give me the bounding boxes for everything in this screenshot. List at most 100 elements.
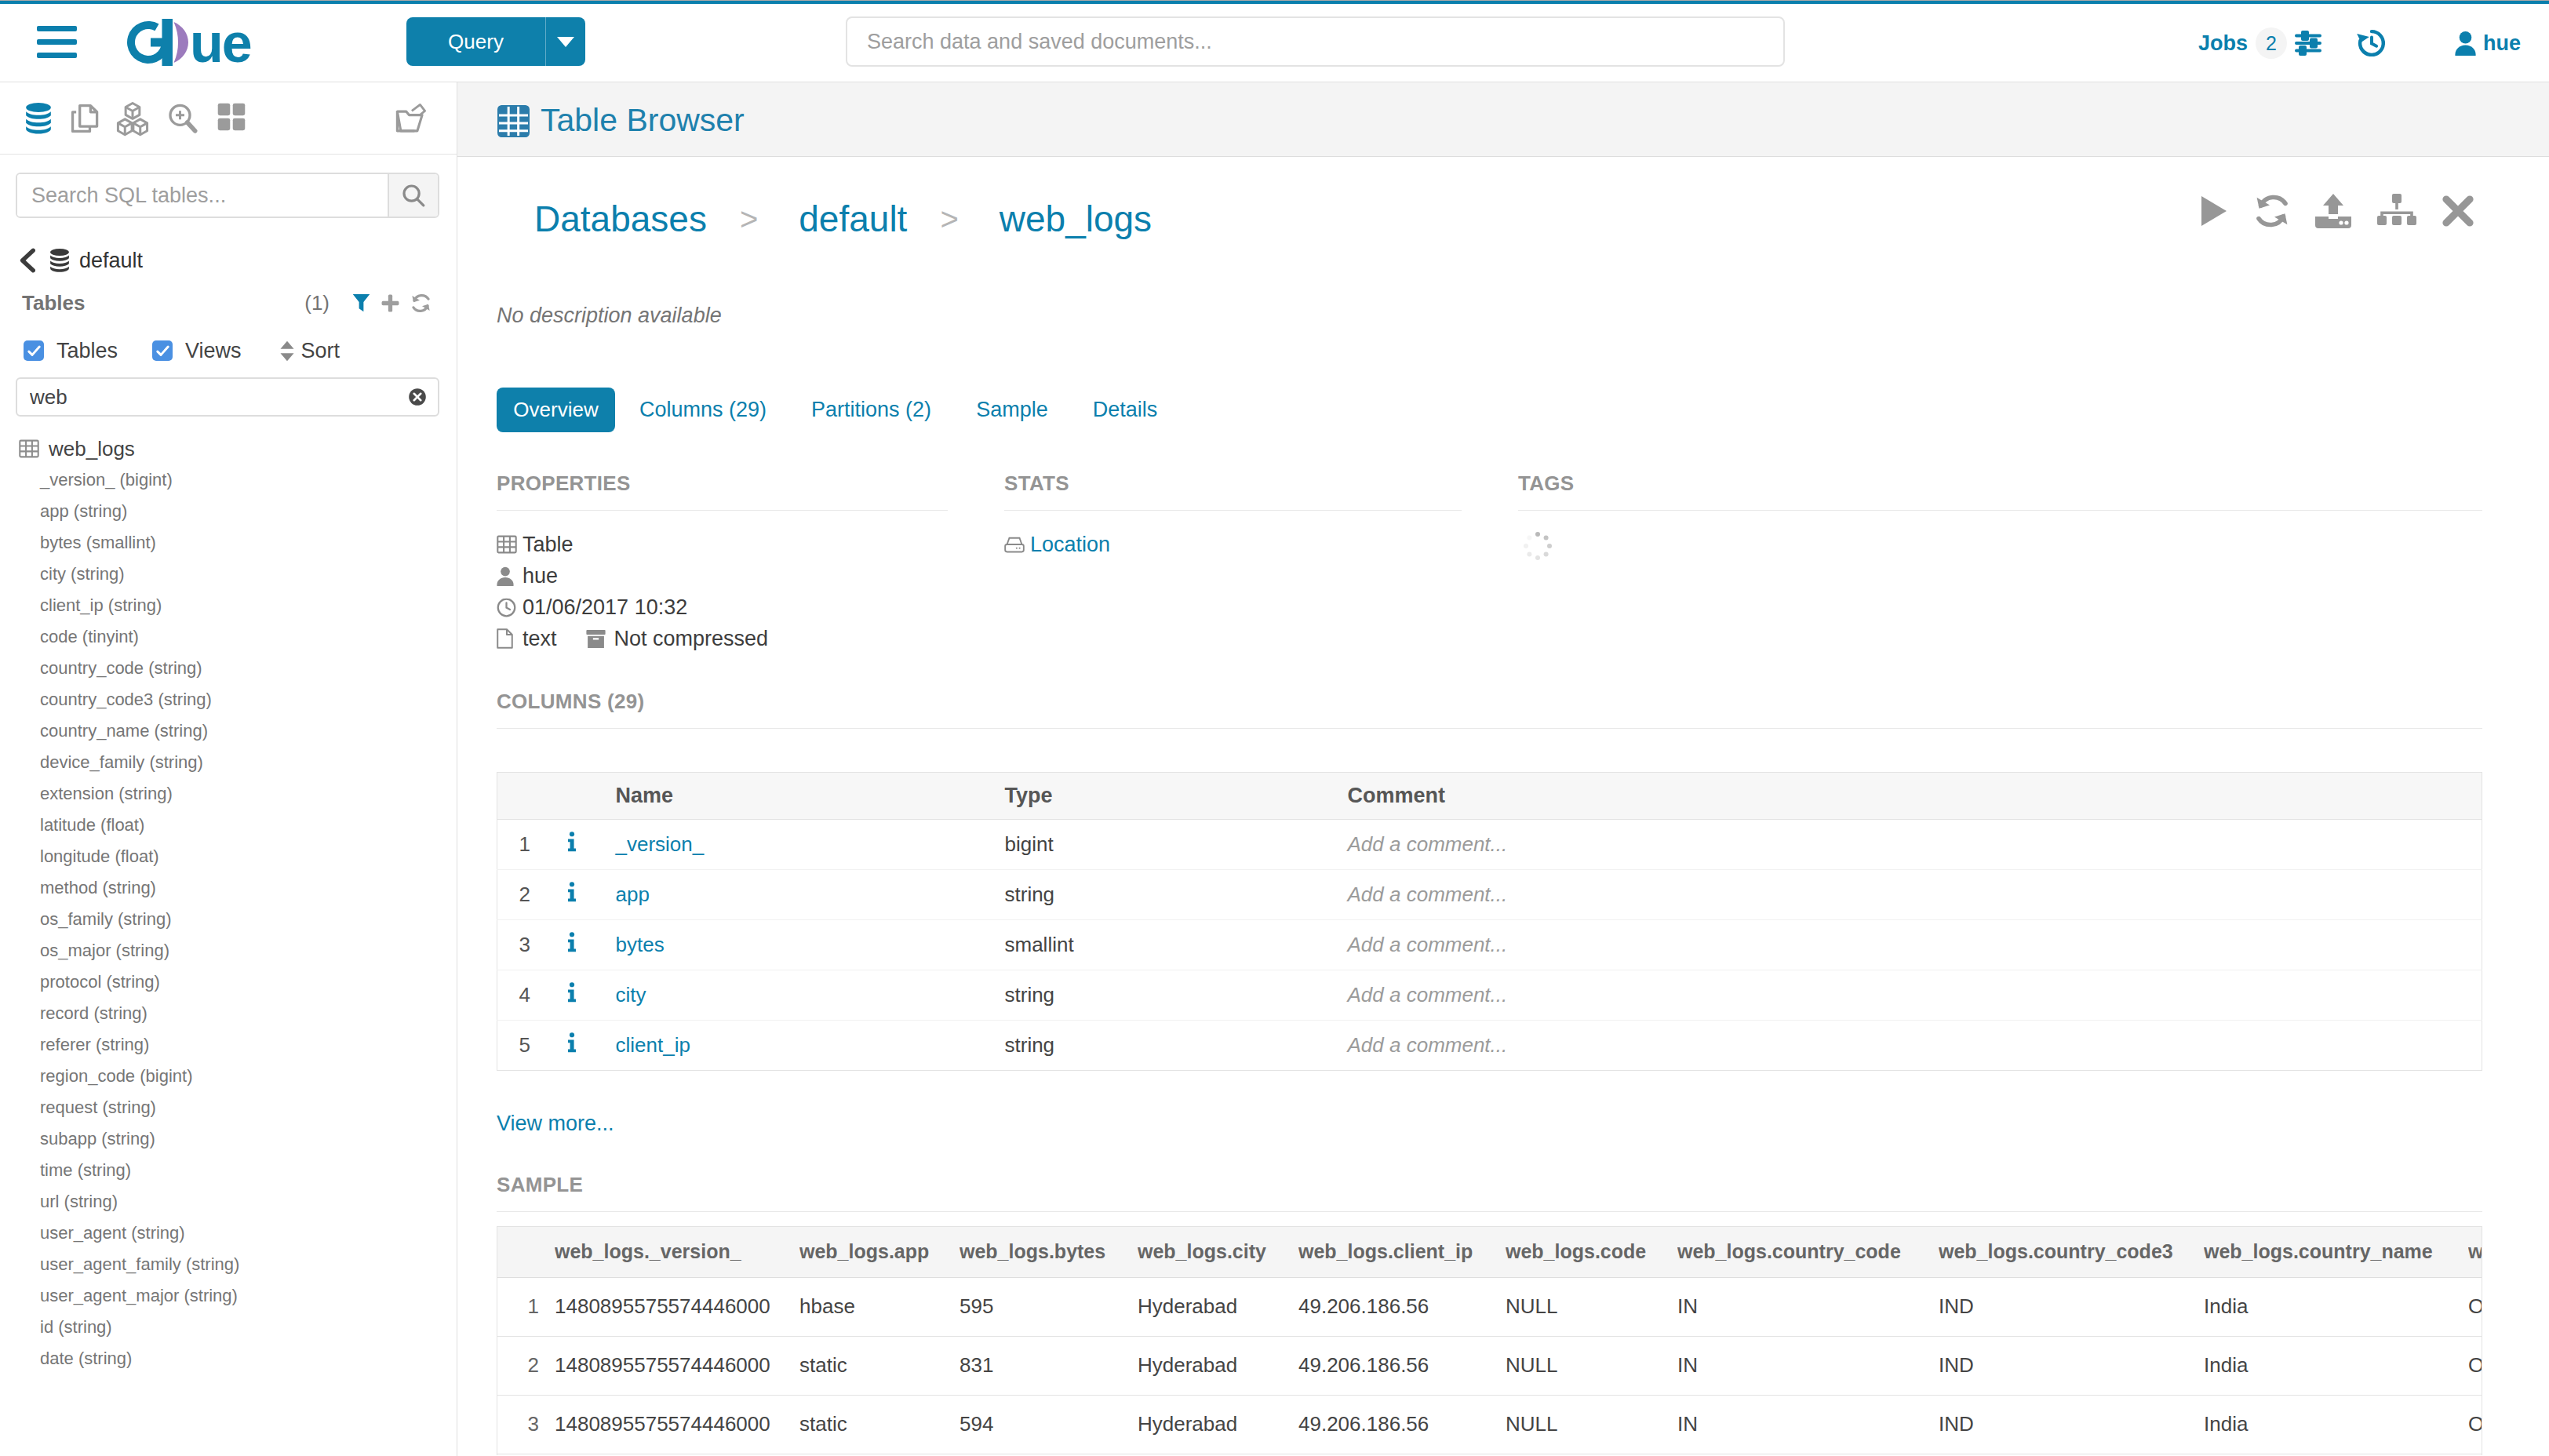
column-info-icon[interactable] (552, 920, 592, 970)
breadcrumb-table[interactable]: web_logs (1000, 198, 1152, 240)
location-link[interactable]: Location (1030, 533, 1110, 557)
sidebar-column-item[interactable]: country_code (string) (40, 653, 457, 684)
views-checkbox[interactable] (152, 340, 173, 361)
table-filter-input[interactable] (17, 385, 408, 410)
sidebar-table-name[interactable]: web_logs (49, 437, 135, 461)
close-icon[interactable] (2442, 194, 2474, 228)
sidebar-column-item[interactable]: user_agent_family (string) (40, 1249, 457, 1280)
sidebar-column-item[interactable]: bytes (smallint) (40, 527, 457, 559)
query-button-label[interactable]: Query (406, 17, 546, 66)
tab-overview[interactable]: Overview (497, 388, 615, 432)
documents-assist-icon[interactable] (69, 100, 102, 136)
history-icon[interactable] (2356, 28, 2387, 58)
jobs-count-badge[interactable]: 2 (2256, 27, 2287, 59)
column-comment-placeholder[interactable]: Add a comment... (1348, 920, 2482, 970)
filter-funnel-icon[interactable] (352, 293, 370, 313)
sidebar-column-item[interactable]: os_family (string) (40, 904, 457, 935)
sidebar-column-item[interactable]: referer (string) (40, 1029, 457, 1061)
tables-checkbox-label[interactable]: Tables (56, 339, 118, 363)
sidebar-column-item[interactable]: country_code3 (string) (40, 684, 457, 715)
sidebar-column-item[interactable]: city (string) (40, 559, 457, 590)
query-button[interactable]: Query (406, 17, 585, 66)
sidebar-column-item[interactable]: user_agent_major (string) (40, 1280, 457, 1312)
upload-icon[interactable] (2315, 194, 2351, 228)
sitemap-icon[interactable] (2377, 194, 2416, 228)
tables-checkbox[interactable] (24, 340, 44, 361)
tab-columns[interactable]: Columns (29) (639, 398, 767, 422)
column-comment-placeholder[interactable]: Add a comment... (1348, 870, 2482, 920)
property-format-value: text (523, 627, 557, 651)
sidebar-column-item[interactable]: os_major (string) (40, 935, 457, 966)
sidebar-column-item[interactable]: device_family (string) (40, 747, 457, 778)
sample-column-header: web_logs.code (1506, 1227, 1677, 1277)
apps-grid-icon[interactable] (217, 100, 246, 133)
sidebar-column-item[interactable]: date (string) (40, 1343, 457, 1374)
sql-assist-icon[interactable] (23, 100, 54, 136)
breadcrumb-databases[interactable]: Databases (534, 198, 707, 240)
jobs-link[interactable]: Jobs (2198, 31, 2248, 56)
sidebar-column-item[interactable]: country_name (string) (40, 715, 457, 747)
sidebar-column-item[interactable]: latitude (float) (40, 810, 457, 841)
back-chevron-icon[interactable] (20, 248, 35, 273)
sidebar-search-button[interactable] (388, 174, 438, 217)
sidebar-column-item[interactable]: code (tinyint) (40, 621, 457, 653)
database-name[interactable]: default (79, 249, 143, 273)
sidebar-column-item[interactable]: extension (string) (40, 778, 457, 810)
refresh-table-icon[interactable] (2255, 194, 2289, 228)
sort-icon[interactable] (279, 340, 295, 362)
functions-assist-icon[interactable] (115, 100, 151, 136)
sidebar-column-item[interactable]: record (string) (40, 998, 457, 1029)
sidebar-column-item[interactable]: app (string) (40, 496, 457, 527)
column-name-link[interactable]: _version_ (592, 820, 1005, 870)
sidebar-column-item[interactable]: longitude (float) (40, 841, 457, 872)
breadcrumb-database[interactable]: default (799, 198, 907, 240)
tab-partitions[interactable]: Partitions (2) (811, 398, 931, 422)
sidebar-column-item[interactable]: client_ip (string) (40, 590, 457, 621)
view-more-link[interactable]: View more... (497, 1108, 614, 1139)
query-dropdown-toggle[interactable] (546, 17, 585, 66)
sort-label[interactable]: Sort (301, 339, 340, 363)
open-folder-icon[interactable] (394, 100, 428, 136)
sidebar-column-item[interactable]: method (string) (40, 872, 457, 904)
jobs-sliders-icon[interactable] (2295, 31, 2321, 56)
column-info-icon[interactable] (552, 1021, 592, 1071)
add-icon[interactable] (381, 293, 400, 313)
sidebar-column-item[interactable]: url (string) (40, 1186, 457, 1218)
sidebar-column-item[interactable]: _version_ (bigint) (40, 464, 457, 496)
sidebar-column-item[interactable]: region_code (bigint) (40, 1061, 457, 1092)
sidebar-column-item[interactable]: id (string) (40, 1312, 457, 1343)
sidebar-column-item[interactable]: time (string) (40, 1155, 457, 1186)
column-name-link[interactable]: app (592, 870, 1005, 920)
tab-details[interactable]: Details (1093, 398, 1158, 422)
column-name-link[interactable]: bytes (592, 920, 1005, 970)
user-menu[interactable]: hue (2455, 31, 2521, 56)
table-description[interactable]: No description available (497, 300, 722, 331)
clear-filter-icon[interactable] (408, 388, 427, 406)
column-comment-placeholder[interactable]: Add a comment... (1348, 1021, 2482, 1071)
sidebar-column-item[interactable]: subapp (string) (40, 1123, 457, 1155)
search-zoom-icon[interactable] (166, 100, 198, 136)
hue-logo[interactable]: ue (127, 17, 308, 67)
database-breadcrumb[interactable]: default (20, 245, 143, 276)
column-comment-placeholder[interactable]: Add a comment... (1348, 820, 2482, 870)
column-name-link[interactable]: city (592, 970, 1005, 1021)
sidebar-table-web-logs[interactable]: web_logs (19, 433, 135, 464)
menu-hamburger-icon[interactable] (37, 26, 77, 58)
tab-sample[interactable]: Sample (976, 398, 1048, 422)
sidebar-column-item[interactable]: protocol (string) (40, 966, 457, 998)
global-search-input[interactable] (846, 16, 1785, 67)
sidebar-column-item[interactable]: user_agent (string) (40, 1218, 457, 1249)
column-comment-placeholder[interactable]: Add a comment... (1348, 970, 2482, 1021)
sql-tables-search-input[interactable] (17, 174, 388, 217)
columns-table: Name Type Comment 1 (497, 772, 2482, 1071)
column-info-icon[interactable] (552, 870, 592, 920)
views-checkbox-label[interactable]: Views (185, 339, 242, 363)
column-name-link[interactable]: client_ip (592, 1021, 1005, 1071)
column-info-icon[interactable] (552, 970, 592, 1021)
query-play-icon[interactable] (2199, 194, 2229, 228)
column-info-icon[interactable] (552, 820, 592, 870)
caret-down-icon (557, 37, 574, 47)
refresh-icon[interactable] (410, 293, 432, 313)
sidebar-column-item[interactable]: request (string) (40, 1092, 457, 1123)
sample-column-header: web_logs.country_code (1677, 1227, 1939, 1277)
